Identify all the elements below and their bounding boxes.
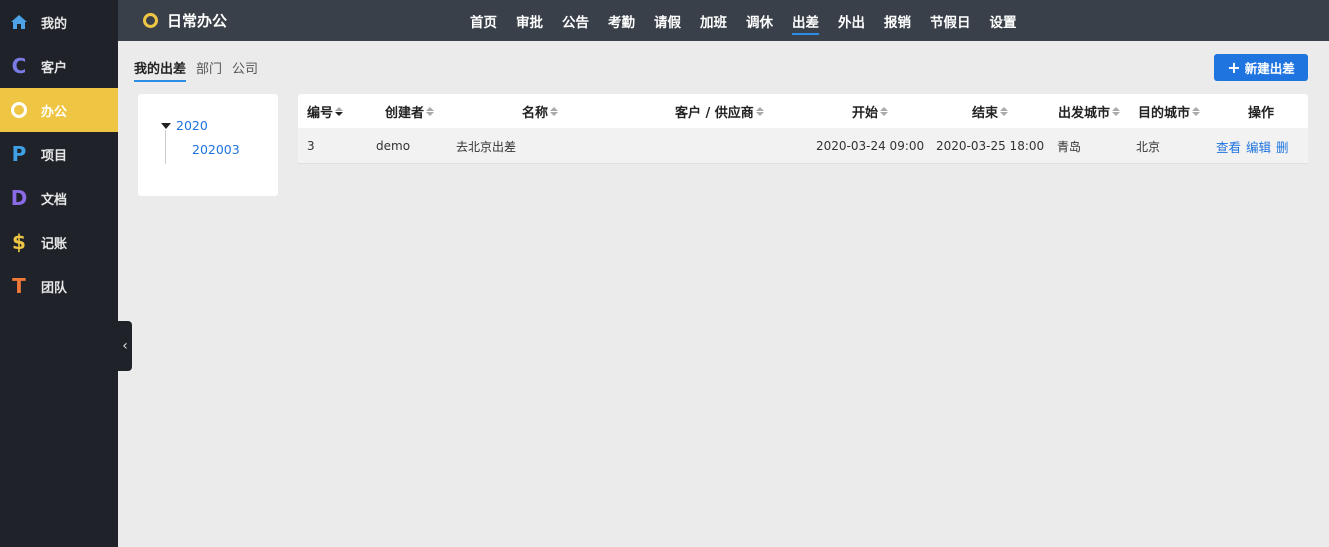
- tree-connector: [165, 130, 166, 164]
- cell-end: 2020-03-25 18:00: [936, 139, 1045, 153]
- d-letter-icon: D: [10, 186, 28, 210]
- tree-node-year[interactable]: 2020: [161, 118, 208, 133]
- sidebar-item-label: 团队: [41, 280, 68, 296]
- nav-leave[interactable]: 请假: [654, 0, 681, 41]
- edit-link[interactable]: 编辑: [1246, 137, 1271, 156]
- col-creator[interactable]: 创建者: [385, 94, 435, 128]
- t-letter-icon: T: [12, 274, 26, 298]
- nav-approval[interactable]: 审批: [516, 0, 543, 41]
- trips-table: 编号 创建者 名称 客户 / 供应商 开始 结束 出发城市 目的城市 操作 3 …: [298, 94, 1308, 164]
- p-letter-icon: P: [11, 142, 27, 166]
- sidebar-collapse-button[interactable]: ‹: [118, 321, 132, 371]
- sidebar-item-projects[interactable]: P 项目: [0, 132, 118, 176]
- new-trip-button[interactable]: + 新建出差: [1214, 54, 1308, 81]
- col-start-label: 开始: [852, 105, 879, 121]
- col-id-label: 编号: [307, 105, 334, 121]
- tab-department[interactable]: 部门: [196, 58, 222, 82]
- sidebar-item-label: 办公: [41, 104, 68, 120]
- col-name-label: 名称: [522, 105, 549, 121]
- sidebar-item-label: 客户: [41, 60, 68, 76]
- sort-icon: [1112, 106, 1121, 116]
- chevron-left-icon: ‹: [122, 338, 128, 354]
- sidebar-item-mine[interactable]: 我的: [0, 0, 118, 44]
- nav-reimbursement[interactable]: 报销: [884, 0, 911, 41]
- col-client[interactable]: 客户 / 供应商: [675, 94, 764, 128]
- nav-timeoff[interactable]: 调休: [746, 0, 773, 41]
- sidebar-item-team[interactable]: T 团队: [0, 264, 118, 308]
- nav-settings[interactable]: 设置: [990, 0, 1017, 41]
- col-client-label: 客户 / 供应商: [675, 105, 754, 121]
- col-from-city-label: 出发城市: [1058, 105, 1111, 121]
- view-link[interactable]: 查看: [1216, 137, 1241, 156]
- cell-id: 3: [307, 139, 315, 153]
- top-nav: 首页 审批 公告 考勤 请假 加班 调休 出差 外出 报销 节假日 设置: [470, 0, 1036, 41]
- sidebar: 我的 C 客户 办公 P 项目 D 文档 $ 记账 T 团队: [0, 0, 118, 547]
- home-icon: [10, 13, 28, 31]
- nav-attendance[interactable]: 考勤: [608, 0, 635, 41]
- new-trip-button-label: 新建出差: [1244, 61, 1295, 76]
- table-row[interactable]: 3 demo 去北京出差 2020-03-24 09:00 2020-03-25…: [298, 128, 1308, 164]
- col-name[interactable]: 名称: [522, 94, 559, 128]
- sort-icon: [550, 106, 559, 116]
- nav-business-trip[interactable]: 出差: [792, 0, 819, 41]
- col-from-city[interactable]: 出发城市: [1058, 94, 1121, 128]
- table-header: 编号 创建者 名称 客户 / 供应商 开始 结束 出发城市 目的城市 操作: [298, 94, 1308, 128]
- tab-my-trips[interactable]: 我的出差: [134, 58, 187, 82]
- nav-announcement[interactable]: 公告: [562, 0, 589, 41]
- delete-link[interactable]: 删: [1276, 137, 1289, 156]
- ring-icon: [10, 101, 28, 119]
- col-end[interactable]: 结束: [972, 94, 1009, 128]
- col-creator-label: 创建者: [385, 105, 425, 121]
- tab-company[interactable]: 公司: [232, 58, 258, 82]
- top-bar: 日常办公 首页 审批 公告 考勤 请假 加班 调休 出差 外出 报销 节假日 设…: [118, 0, 1329, 41]
- plus-icon: +: [1227, 58, 1241, 77]
- cell-name: 去北京出差: [456, 139, 517, 154]
- sidebar-item-label: 记账: [41, 236, 68, 252]
- col-actions: 操作: [1248, 94, 1274, 128]
- sidebar-item-label: 项目: [41, 148, 68, 164]
- cell-to-city: 北京: [1136, 139, 1161, 154]
- app-title: 日常办公: [143, 10, 227, 31]
- sidebar-item-office[interactable]: 办公: [0, 88, 118, 132]
- sidebar-item-clients[interactable]: C 客户: [0, 44, 118, 88]
- cell-start: 2020-03-24 09:00: [816, 139, 925, 153]
- nav-overtime[interactable]: 加班: [700, 0, 727, 41]
- col-actions-label: 操作: [1248, 105, 1275, 121]
- caret-down-icon: [161, 122, 171, 129]
- app-title-text: 日常办公: [167, 12, 228, 30]
- cell-actions: 查看 编辑 删: [1216, 128, 1294, 164]
- sidebar-item-label: 我的: [41, 16, 68, 32]
- sidebar-item-docs[interactable]: D 文档: [0, 176, 118, 220]
- nav-holidays[interactable]: 节假日: [930, 0, 971, 41]
- col-id[interactable]: 编号: [307, 94, 344, 128]
- subtabs: 我的出差 部门 公司: [134, 58, 268, 82]
- col-to-city-label: 目的城市: [1138, 105, 1191, 121]
- col-end-label: 结束: [972, 105, 999, 121]
- tree-node-month[interactable]: 202003: [192, 142, 240, 157]
- tree-year-label: 2020: [176, 118, 208, 133]
- sort-icon: [1192, 106, 1201, 116]
- c-letter-icon: C: [11, 54, 27, 78]
- nav-outing[interactable]: 外出: [838, 0, 865, 41]
- sidebar-item-accounting[interactable]: $ 记账: [0, 220, 118, 264]
- col-start[interactable]: 开始: [852, 94, 889, 128]
- nav-home[interactable]: 首页: [470, 0, 497, 41]
- cell-from-city: 青岛: [1057, 139, 1082, 154]
- dollar-icon: $: [12, 230, 26, 254]
- app-ring-icon: [143, 13, 158, 28]
- sidebar-item-label: 文档: [41, 192, 68, 208]
- sort-icon: [335, 106, 344, 116]
- date-tree-panel: 2020 202003: [138, 94, 278, 196]
- sort-icon: [426, 106, 435, 116]
- sort-icon: [755, 106, 764, 116]
- sort-icon: [1000, 106, 1009, 116]
- sort-icon: [880, 106, 889, 116]
- col-to-city[interactable]: 目的城市: [1138, 94, 1201, 128]
- cell-creator: demo: [376, 139, 411, 153]
